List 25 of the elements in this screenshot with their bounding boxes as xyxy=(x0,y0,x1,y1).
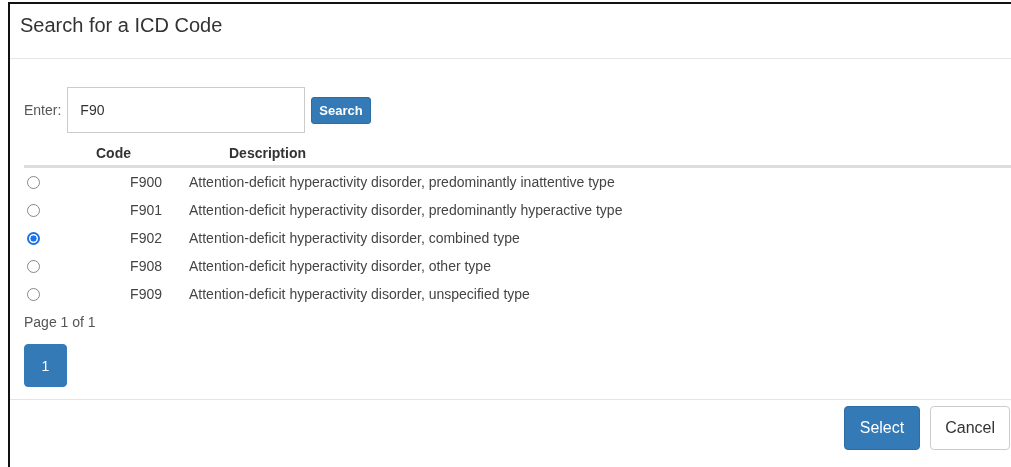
table-cell-text: F909 xyxy=(129,286,162,302)
table-cell-text: Attention-deficit hyperactivity disorder, unspecified type xyxy=(188,286,530,302)
table-cell-text: F900 xyxy=(129,174,162,190)
page-button[interactable]: 1 xyxy=(24,344,67,387)
table-cell-text: F908 xyxy=(129,258,162,274)
radio-button[interactable] xyxy=(27,287,40,301)
radio-button[interactable] xyxy=(27,203,40,217)
column-header: Code xyxy=(95,145,132,161)
table-cell-text: Attention-deficit hyperactivity disorder, predominantly inattentive type xyxy=(188,174,615,190)
radio-button[interactable] xyxy=(27,175,40,189)
cancel-button[interactable]: Cancel xyxy=(930,406,1010,450)
dialog-title: Search for a ICD Code xyxy=(20,14,223,36)
radio-button[interactable] xyxy=(27,259,40,273)
column-header: Description xyxy=(228,145,306,161)
table-cell-text: F901 xyxy=(129,202,162,218)
page-status: Page 1 of 1 xyxy=(24,314,97,330)
select-button[interactable]: Select xyxy=(843,406,921,450)
table-cell-text: Attention-deficit hyperactivity disorder, other type xyxy=(188,258,491,274)
radio-button[interactable] xyxy=(27,231,40,245)
search-field[interactable]: F90 xyxy=(67,87,306,133)
table-cell-text: F902 xyxy=(129,230,162,246)
table-cell-text: Attention-deficit hyperactivity disorder, combined type xyxy=(188,230,520,246)
table-cell-text: Attention-deficit hyperactivity disorder, predominantly hyperactive type xyxy=(188,202,623,218)
search-button[interactable]: Search xyxy=(311,96,371,124)
enter-label: Enter: xyxy=(24,102,62,118)
